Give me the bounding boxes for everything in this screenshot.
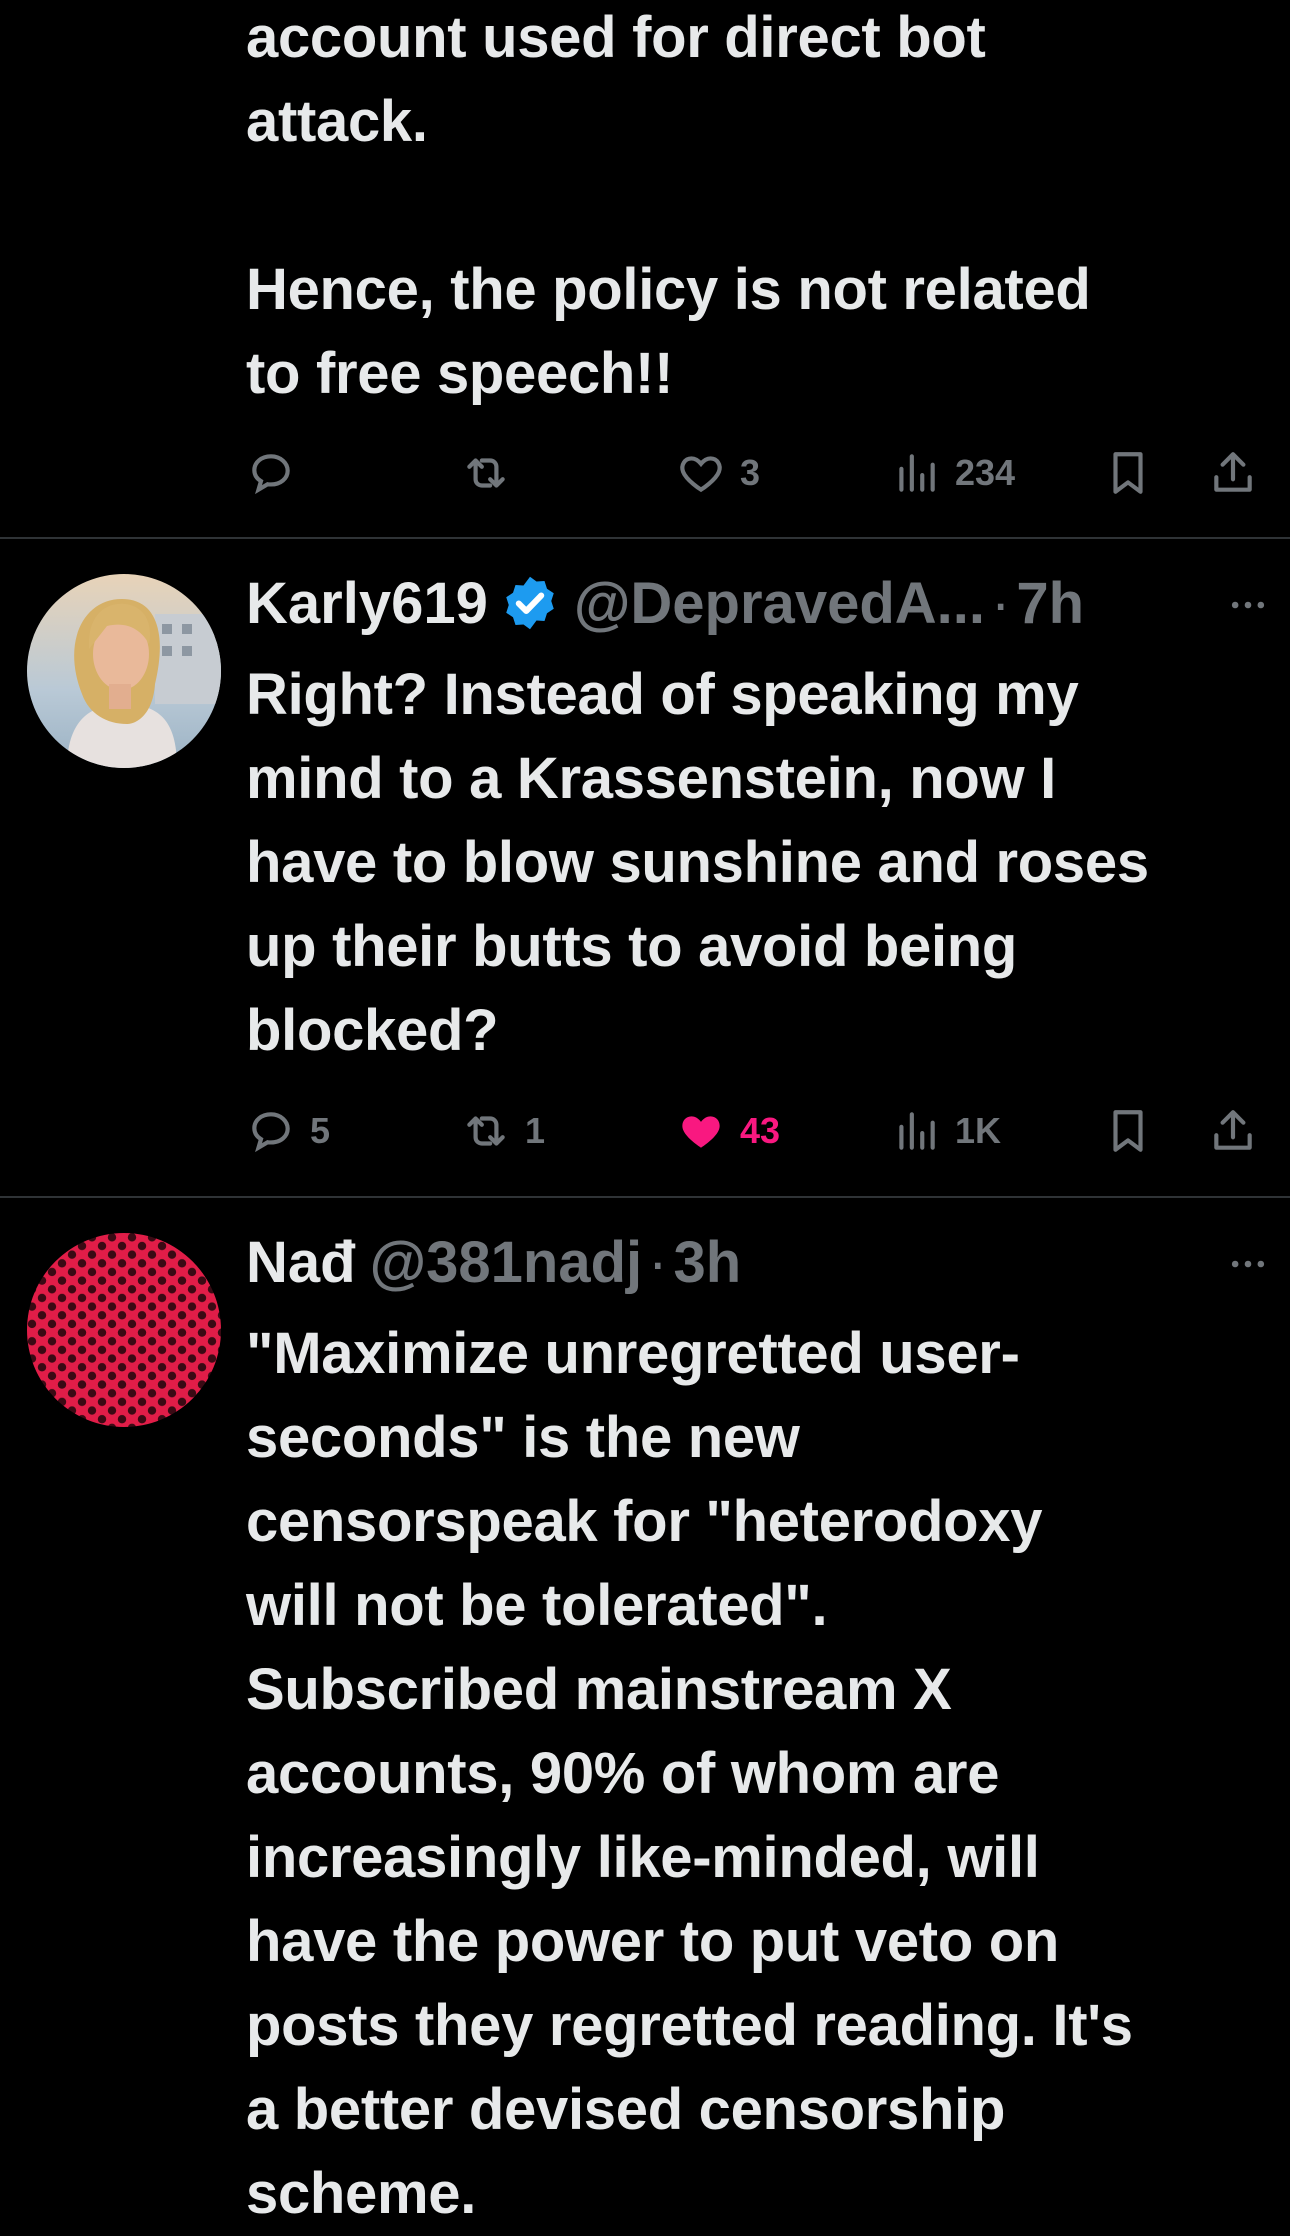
heart-icon: [680, 456, 722, 493]
more-button[interactable]: [1218, 1234, 1278, 1294]
heart-filled-icon: [682, 1116, 720, 1148]
tweet-1[interactable]: account used for direct bot attack. Henc…: [0, 0, 1290, 538]
retweet-icon: [467, 1116, 505, 1146]
views-icon: [899, 1112, 935, 1150]
avatar-image: [27, 1233, 221, 1427]
tweet-text: "Maximize unregretted user- seconds" is …: [246, 1321, 1133, 2226]
separator-dot: ·: [648, 1229, 668, 1295]
tweet-text: account used for direct bot attack. Henc…: [246, 5, 1091, 406]
like-button[interactable]: 43: [676, 1101, 780, 1161]
avatar[interactable]: [27, 574, 221, 768]
like-count: 3: [740, 452, 761, 493]
share-button[interactable]: [1208, 443, 1258, 503]
separator-dot: ·: [991, 570, 1011, 636]
verified-badge-icon: [506, 576, 554, 630]
views-count: 1K: [955, 1110, 1002, 1151]
more-icon: [1231, 601, 1265, 609]
bookmark-button[interactable]: [1103, 1101, 1153, 1161]
views-count: 234: [955, 452, 1016, 493]
tweet-text: Right? Instead of speaking my mind to a …: [246, 662, 1149, 1063]
bookmark-button[interactable]: [1103, 443, 1153, 503]
retweet-button[interactable]: [461, 443, 525, 503]
tweet-header: Nađ @381nadj · 3h: [246, 1222, 1256, 1302]
tweet-actions: 5 1 43 1K: [246, 1101, 1256, 1161]
display-name[interactable]: Nađ: [246, 1229, 356, 1296]
timestamp[interactable]: 3h: [673, 1229, 741, 1296]
views-icon: [899, 454, 935, 492]
user-handle[interactable]: @DepravedA...: [574, 570, 985, 637]
tweet-3[interactable]: Nađ @381nadj · 3h "Maximize unregretted …: [0, 1198, 1290, 2226]
reply-button[interactable]: 5: [246, 1101, 330, 1161]
more-button[interactable]: [1218, 575, 1278, 635]
tweet-2[interactable]: Karly619 @DepravedA... · 7h Right? Inste…: [0, 539, 1290, 1197]
timestamp[interactable]: 7h: [1016, 570, 1084, 637]
reply-icon: [252, 1112, 290, 1153]
like-count: 43: [740, 1110, 781, 1151]
more-icon: [1231, 1260, 1265, 1268]
share-icon: [1214, 1110, 1252, 1150]
avatar[interactable]: [27, 1233, 221, 1427]
tweet-actions: 3 234: [246, 443, 1256, 503]
retweet-button[interactable]: 1: [461, 1101, 545, 1161]
bookmark-icon: [1113, 1110, 1143, 1152]
views-button[interactable]: 234: [891, 443, 1015, 503]
reply-icon: [252, 454, 290, 495]
reply-count: 5: [310, 1110, 331, 1151]
reply-button[interactable]: [246, 443, 310, 503]
like-button[interactable]: 3: [676, 443, 760, 503]
share-button[interactable]: [1208, 1101, 1258, 1161]
retweet-count: 1: [525, 1110, 546, 1151]
avatar-image: [27, 574, 221, 768]
share-icon: [1214, 452, 1252, 492]
bookmark-icon: [1113, 452, 1143, 494]
retweet-icon: [467, 458, 505, 488]
views-button[interactable]: 1K: [891, 1101, 1001, 1161]
user-handle[interactable]: @381nadj: [370, 1229, 643, 1296]
tweet-header: Karly619 @DepravedA... · 7h: [246, 563, 1256, 643]
display-name[interactable]: Karly619: [246, 570, 488, 637]
